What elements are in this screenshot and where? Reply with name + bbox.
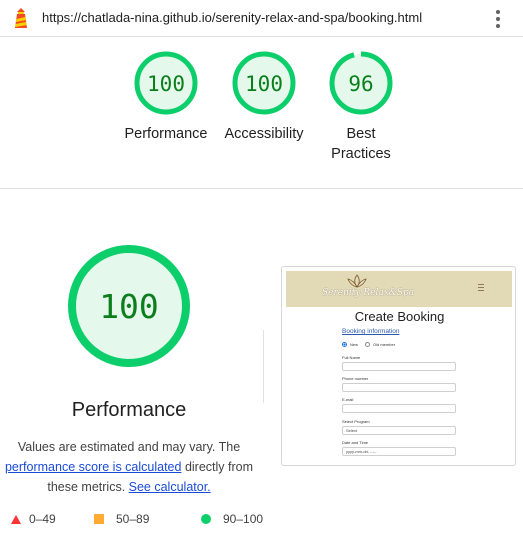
vertical-divider xyxy=(263,330,264,403)
gauge-score: 100 xyxy=(147,72,185,96)
email-label: E-mail xyxy=(342,397,354,402)
phone-field xyxy=(342,383,456,392)
radio-old-label: Old member xyxy=(373,342,396,347)
performance-main-gauge: 100 xyxy=(68,245,190,367)
page-screenshot-thumbnail[interactable]: Serenity Relax&Spa Create Booking Bookin… xyxy=(281,266,516,466)
performance-title: Performance xyxy=(71,399,187,421)
legend-average-range: 50–89 xyxy=(116,512,150,526)
site-header: Serenity Relax&Spa xyxy=(286,271,512,307)
gauge-label-line1: Best xyxy=(346,126,376,142)
legend-fail-range: 0–49 xyxy=(29,512,56,526)
kebab-menu-icon[interactable] xyxy=(491,9,505,29)
program-label: Select Program xyxy=(342,419,370,424)
score-legend: 0–49 50–89 90–100 xyxy=(0,512,523,532)
gauge-label: Accessibility xyxy=(224,126,304,142)
member-radio-group: New Old member xyxy=(342,342,395,347)
radio-old xyxy=(365,342,371,347)
see-calculator-link[interactable]: See calculator. xyxy=(129,480,211,494)
radio-new xyxy=(342,342,347,347)
email-field xyxy=(342,404,456,413)
triangle-icon xyxy=(11,514,21,524)
performance-main-score: 100 xyxy=(99,287,159,326)
gauge-label-line2: Practices xyxy=(331,146,391,162)
full-name-field xyxy=(342,362,456,371)
performance-description: Values are estimated and may vary. The p… xyxy=(0,437,258,497)
gauge-ring: 100 xyxy=(232,51,296,115)
gauge-score: 96 xyxy=(348,72,373,96)
gauge-ring: 96 xyxy=(329,51,393,115)
datetime-field: yyyy-mm-dd, --:-- xyxy=(342,447,456,456)
site-brand: Serenity Relax&Spa xyxy=(322,288,415,298)
gauge-best-practices[interactable]: 96 Best Practices xyxy=(306,50,416,164)
report-top-bar: https://chatlada-nina.github.io/serenity… xyxy=(0,0,523,37)
radio-new-label: New xyxy=(350,342,359,347)
page-url[interactable]: https://chatlada-nina.github.io/serenity… xyxy=(42,10,422,25)
booking-heading: Create Booking xyxy=(354,309,445,324)
legend-fail: 0–49 xyxy=(11,512,56,526)
lotus-logo-icon xyxy=(347,274,367,288)
phone-label: Phone number xyxy=(342,376,369,381)
full-name-label: Full Name xyxy=(342,355,361,360)
gauge-label: Best Practices xyxy=(306,124,416,164)
gauge-label: Performance xyxy=(124,126,208,142)
lighthouse-icon xyxy=(15,8,27,28)
square-icon xyxy=(94,514,104,524)
section-divider xyxy=(0,188,523,189)
gauge-accessibility[interactable]: 100 Accessibility xyxy=(209,50,319,144)
program-select: Select xyxy=(342,426,456,435)
gauge-ring: 100 xyxy=(134,51,198,115)
gauge-performance[interactable]: 100 Performance xyxy=(111,50,221,144)
datetime-label: Date and Time xyxy=(342,440,369,445)
summary-gauges: 100 Performance 100 Accessibility 96 Bes… xyxy=(0,50,523,180)
performance-score-link[interactable]: performance score is calculated xyxy=(5,460,181,474)
circle-icon xyxy=(201,514,211,524)
desc-text-1: Values are estimated and may vary. The xyxy=(17,440,241,454)
booking-section-title: Booking information xyxy=(342,328,400,335)
legend-pass: 90–100 xyxy=(201,512,263,526)
gauge-score: 100 xyxy=(245,72,283,96)
hamburger-menu-icon xyxy=(478,284,484,293)
legend-pass-range: 90–100 xyxy=(223,512,264,526)
legend-average: 50–89 xyxy=(94,512,149,526)
